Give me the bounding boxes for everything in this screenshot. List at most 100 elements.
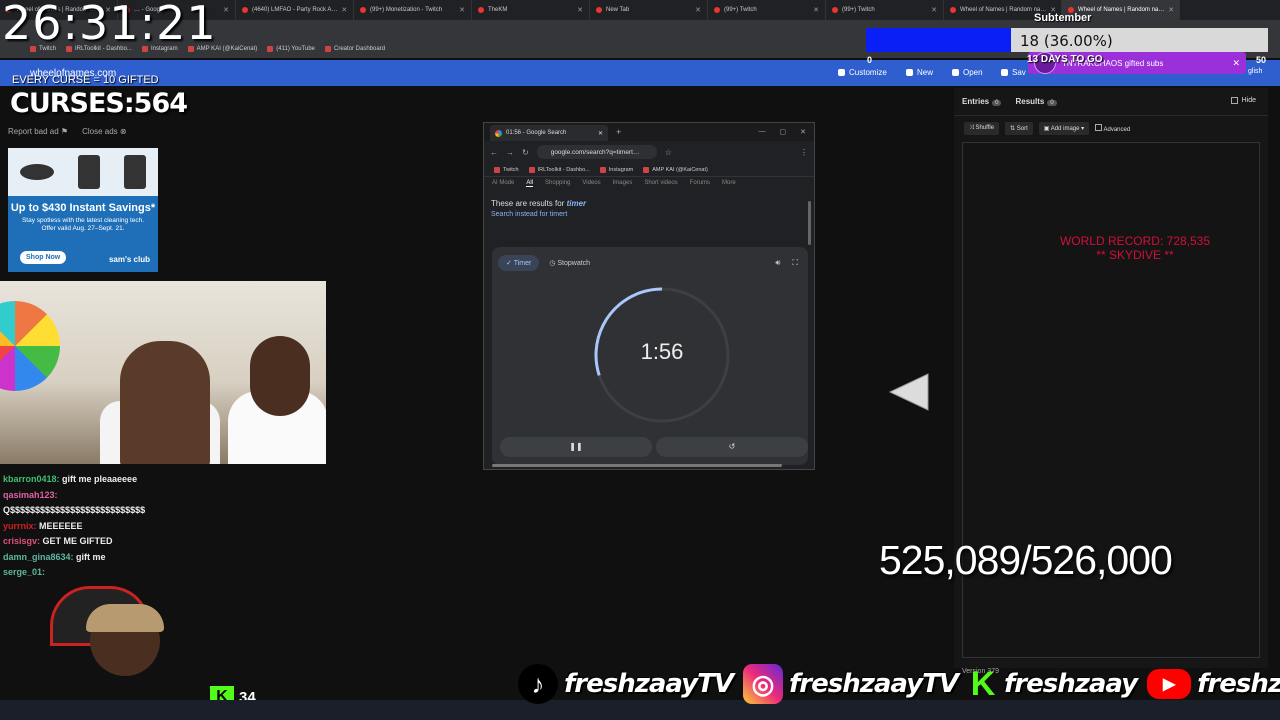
timer-tab[interactable]: ✓ Timer <box>498 255 540 271</box>
browser-tab[interactable]: New Tab ✕ <box>590 0 708 20</box>
close-window-icon[interactable]: ✕ <box>800 128 806 136</box>
star-icon[interactable]: ☆ <box>665 148 672 157</box>
browser-tab-label: (99+) Twitch <box>724 7 757 13</box>
volume-icon[interactable]: 🔊︎ <box>775 258 780 268</box>
entries-tab[interactable]: Entries 0 <box>962 97 1002 106</box>
bookmark-icon <box>643 166 650 173</box>
close-tab-icon[interactable]: ✕ <box>341 6 347 14</box>
gwin-bookmarks: Twitch IRLToolkit - Dashbo... Instagram AMP… <box>484 163 814 177</box>
bookmark-label: Twitch <box>503 166 519 173</box>
chat-username[interactable]: serge_01: <box>3 567 45 577</box>
bookmark-item[interactable]: Instagram <box>599 166 633 173</box>
hide-checkbox[interactable] <box>1230 97 1238 104</box>
second-webcam <box>50 586 170 696</box>
sort-button[interactable]: ⇅ Sort <box>1005 122 1033 135</box>
browser-tab-label: (99+) Twitch <box>842 7 875 13</box>
close-ads-link[interactable]: Close ads ⊗ <box>82 127 127 136</box>
back-icon[interactable]: ← <box>490 148 498 157</box>
results-tab[interactable]: Results 0 <box>1015 97 1057 106</box>
chat-username[interactable]: damn_gina8634: <box>3 552 74 562</box>
advanced-checkbox[interactable] <box>1095 124 1103 131</box>
favicon-icon <box>950 7 956 13</box>
subtember-title: Subtember <box>1034 12 1092 24</box>
advanced-toggle[interactable]: Advanced <box>1095 124 1130 133</box>
youtube-icon: ▶ <box>1147 669 1192 699</box>
chat-username[interactable]: kbarron0418: <box>3 474 60 484</box>
bookmark-item[interactable]: AMP KAI (@KaiCenat) <box>643 166 708 173</box>
close-tab-icon[interactable]: ✕ <box>1168 6 1174 14</box>
gwin-scrollbar[interactable] <box>808 201 811 245</box>
bookmark-label: Creator Dashboard <box>334 46 386 52</box>
close-tab-icon[interactable]: ✕ <box>598 130 603 137</box>
bookmark-item[interactable]: (411) YouTube <box>267 46 315 52</box>
maximize-icon[interactable]: ▢ <box>780 128 787 136</box>
gwin-nav: ← → ↻ google.com/search?q=timert… ☆ ⋮ <box>484 141 814 163</box>
bookmark-icon <box>494 166 500 173</box>
browser-tab-label: TheKM <box>488 7 508 13</box>
hide-toggle[interactable]: Hide <box>1230 97 1256 104</box>
close-tab-icon[interactable]: ✕ <box>695 6 701 14</box>
browser-tab[interactable]: (99+) Twitch ✕ <box>708 0 826 20</box>
gwin-tab[interactable]: 01:56 - Google Search ✕ <box>490 125 608 141</box>
gwin-hscrollbar[interactable] <box>492 464 782 467</box>
browser-tab[interactable]: (99+) Monetization - Twitch ✕ <box>354 0 472 20</box>
close-tab-icon[interactable]: ✕ <box>459 6 465 14</box>
browser-tab[interactable]: TheKM ✕ <box>472 0 590 20</box>
chat-username[interactable]: yurrnix: <box>3 521 37 531</box>
forward-icon[interactable]: → <box>506 148 514 157</box>
google-timer-window: 01:56 - Google Search ✕ + — ▢ ✕ ← → ↻ go… <box>483 122 815 470</box>
report-ad-link[interactable]: Report bad ad ⚑ <box>8 127 68 136</box>
new-tab-icon[interactable]: + <box>616 127 621 137</box>
chat-username[interactable]: crisisgv: <box>3 536 40 546</box>
goal-min: 0 <box>867 55 873 65</box>
address-bar[interactable]: google.com/search?q=timert… <box>536 145 657 159</box>
extensions-icon[interactable]: ⋮ <box>800 148 808 157</box>
search-tab[interactable]: Videos <box>582 180 600 186</box>
curse-rule: EVERY CURSE = 10 GIFTED <box>12 74 159 86</box>
close-tab-icon[interactable]: ✕ <box>577 6 583 14</box>
search-tab[interactable]: All <box>526 180 534 187</box>
browser-tab[interactable]: (4640) LMFAO - Party Rock A… ✕ <box>236 0 354 20</box>
favicon-icon <box>478 7 484 13</box>
bookmark-item[interactable]: Twitch <box>494 166 519 173</box>
chat-username[interactable]: qasimah123: <box>3 490 58 500</box>
reload-icon[interactable]: ↻ <box>522 148 529 157</box>
chat-message: yurrnix: MEEEEEE <box>3 519 333 535</box>
world-record-overlay: WORLD RECORD: 728,535 ** SKYDIVE ** <box>1059 234 1211 262</box>
bookmark-item[interactable]: Creator Dashboard <box>325 46 385 52</box>
new-button[interactable]: New <box>906 68 933 77</box>
search-tab[interactable]: Forums <box>690 180 710 186</box>
browser-tab-label: (4640) LMFAO - Party Rock A… <box>252 7 338 13</box>
search-tab[interactable]: Short videos <box>644 180 677 186</box>
search-tab[interactable]: More <box>722 180 736 186</box>
search-tab[interactable]: AI Mode <box>492 180 514 186</box>
close-tab-icon[interactable]: ✕ <box>931 6 937 14</box>
minimize-icon[interactable]: — <box>759 128 766 136</box>
close-notification-icon[interactable]: ✕ <box>1232 58 1240 69</box>
close-tab-icon[interactable]: ✕ <box>223 6 229 14</box>
search-instead-link[interactable]: timert <box>550 211 568 218</box>
add-image-button[interactable]: ▣ Add image ▾ <box>1038 122 1090 135</box>
close-tab-icon[interactable]: ✕ <box>813 6 819 14</box>
goal-max: 50 <box>1256 55 1267 65</box>
reset-button[interactable]: ↺ <box>656 437 808 457</box>
palette-icon <box>838 69 845 76</box>
entries-toolbar: ⤨ Shuffle ⇅ Sort ▣ Add image ▾ Advanced <box>954 116 1268 141</box>
fullscreen-icon[interactable]: ⛶ <box>792 258 798 268</box>
customize-button[interactable]: Customize <box>838 68 887 77</box>
save-button[interactable]: Sav <box>1001 68 1026 77</box>
advertisement[interactable]: Up to $430 Instant Savings* Stay spotles… <box>8 148 158 272</box>
shop-now-button[interactable]: Shop Now <box>20 251 67 264</box>
stopwatch-tab[interactable]: ◷ Stopwatch <box>549 259 590 267</box>
open-button[interactable]: Open <box>952 68 983 77</box>
search-tab[interactable]: Shopping <box>545 180 570 186</box>
browser-tab[interactable]: (99+) Twitch ✕ <box>826 0 944 20</box>
search-tab[interactable]: Images <box>613 180 633 186</box>
curse-counter: CURSES:564 <box>10 88 188 119</box>
language-select[interactable]: glish <box>1248 68 1262 75</box>
stream-clock: 26:31:21 <box>2 0 217 50</box>
shuffle-button[interactable]: ⤨ Shuffle <box>964 122 1000 135</box>
favicon-icon <box>714 7 720 13</box>
pause-button[interactable]: ❚❚ <box>500 437 652 457</box>
bookmark-item[interactable]: IRLToolkit - Dashbo... <box>528 166 590 173</box>
